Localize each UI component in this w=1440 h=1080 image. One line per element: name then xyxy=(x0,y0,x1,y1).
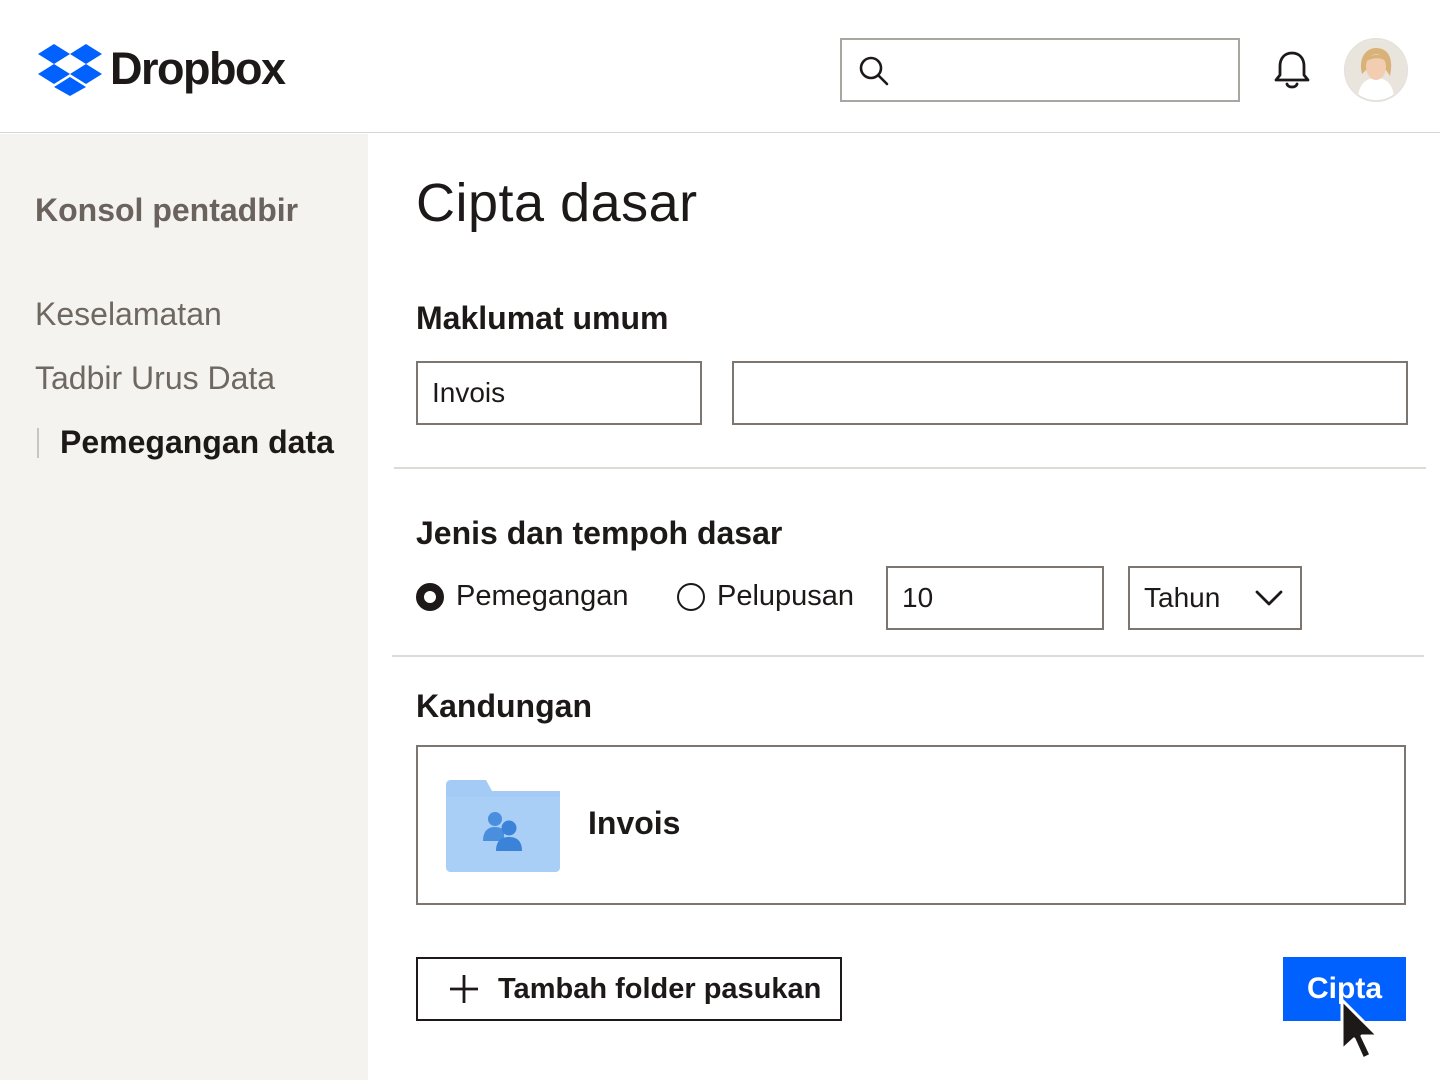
top-header: Dropbox xyxy=(0,0,1440,133)
dropbox-logo-icon xyxy=(38,44,102,96)
user-avatar[interactable] xyxy=(1344,38,1408,102)
plus-icon xyxy=(450,975,478,1003)
policy-name-value: Invois xyxy=(432,377,506,408)
active-nav-indicator xyxy=(37,428,39,458)
radio-pelupusan[interactable]: Pelupusan xyxy=(677,580,854,613)
search-input[interactable] xyxy=(904,48,1224,92)
radio-checked-icon xyxy=(416,582,444,611)
content-list: Invois xyxy=(416,745,1406,905)
dropbox-logo[interactable]: Dropbox xyxy=(38,42,286,96)
duration-value: 10 xyxy=(902,582,934,613)
duration-field[interactable]: 10 xyxy=(886,566,1104,630)
radio-pemegangan[interactable]: Pemegangan xyxy=(416,580,629,613)
user-avatar-icon xyxy=(1346,40,1406,100)
notifications-button[interactable] xyxy=(1270,48,1314,97)
content-heading: Kandungan xyxy=(416,688,592,724)
add-team-folder-label: Tambah folder pasukan xyxy=(498,972,822,1005)
brand-name: Dropbox xyxy=(110,43,286,94)
search-icon xyxy=(859,56,889,86)
sidebar-title: Konsol pentadbir xyxy=(35,192,299,228)
radio-pemegangan-label: Pemegangan xyxy=(456,580,629,612)
add-team-folder-button[interactable]: Tambah folder pasukan xyxy=(416,957,842,1021)
duration-unit-value: Tahun xyxy=(1144,582,1221,613)
section-divider xyxy=(392,655,1424,657)
radio-pelupusan-label: Pelupusan xyxy=(717,580,855,612)
sidebar-item-keselamatan[interactable]: Keselamatan xyxy=(35,296,222,333)
sidebar: Konsol pentadbir Keselamatan Tadbir Urus… xyxy=(0,134,368,1080)
mouse-pointer-icon xyxy=(1340,998,1380,1061)
team-folder-icon xyxy=(446,779,560,878)
folder-name[interactable]: Invois xyxy=(588,805,680,842)
sidebar-item-tadbir-urus-data[interactable]: Tadbir Urus Data xyxy=(35,360,275,397)
general-info-heading: Maklumat umum xyxy=(416,300,669,336)
policy-description-field[interactable] xyxy=(732,361,1408,425)
radio-unchecked-icon xyxy=(677,582,705,611)
bell-icon xyxy=(1274,51,1310,89)
sidebar-item-pemegangan-data[interactable]: Pemegangan data xyxy=(60,424,334,461)
section-divider xyxy=(394,467,1426,469)
chevron-down-icon xyxy=(1255,590,1283,606)
type-period-heading: Jenis dan tempoh dasar xyxy=(416,515,783,551)
page-title: Cipta dasar xyxy=(416,173,698,233)
search-box[interactable] xyxy=(840,38,1240,102)
policy-name-field[interactable]: Invois xyxy=(416,361,702,425)
duration-unit-select[interactable]: Tahun xyxy=(1128,566,1302,630)
